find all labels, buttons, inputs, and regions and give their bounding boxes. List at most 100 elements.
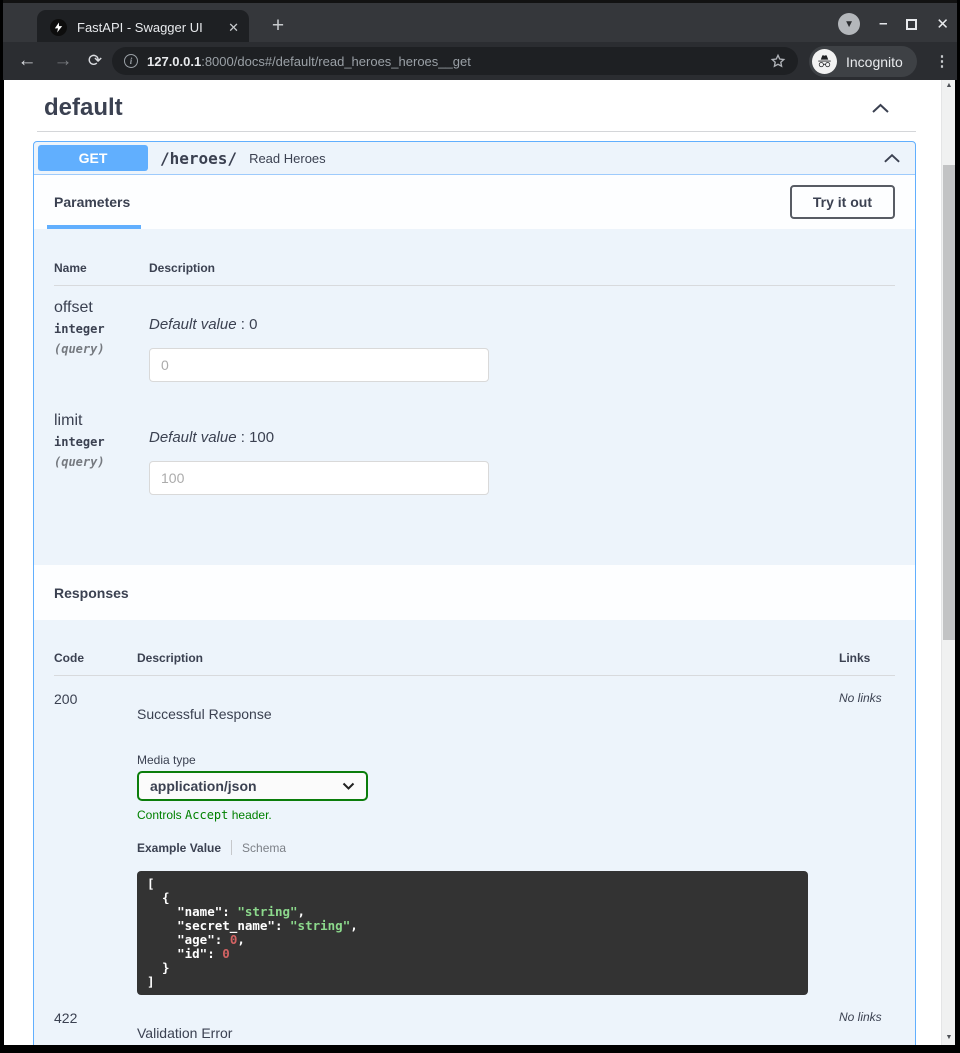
minimize-button[interactable]: – — [879, 19, 887, 29]
collapse-chevron-icon[interactable] — [871, 103, 890, 114]
param-default: Default value : 100 — [149, 429, 895, 446]
tab-separator — [231, 840, 232, 855]
response-desc-cell: Validation Error — [137, 1010, 839, 1041]
browser-update-menu-icon[interactable]: ▼ — [838, 13, 860, 35]
accept-note-code: Accept — [185, 808, 228, 822]
window-controls: ▼ – ✕ — [838, 13, 949, 35]
responses-table: Code Description Links 200 Successful Re… — [34, 620, 915, 1045]
browser-toolbar: ← → ⟳ i 127.0.0.1:8000/docs#/default/rea… — [3, 42, 957, 80]
url-text[interactable]: 127.0.0.1:8000/docs#/default/read_heroes… — [147, 54, 762, 69]
media-type-label: Media type — [137, 753, 839, 767]
swagger-page: default GET /heroes/ Read Heroes Paramet… — [4, 80, 955, 1045]
address-bar[interactable]: i 127.0.0.1:8000/docs#/default/read_hero… — [112, 47, 798, 75]
opblock-get-heroes: GET /heroes/ Read Heroes Parameters Try … — [33, 141, 916, 1045]
tab-title: FastAPI - Swagger UI — [77, 20, 220, 35]
incognito-badge: Incognito — [809, 46, 917, 77]
response-row-200: 200 Successful Response Media type appli… — [54, 676, 895, 995]
page-content: default GET /heroes/ Read Heroes Paramet… — [4, 80, 941, 1045]
param-name: offset — [54, 299, 149, 317]
param-name: limit — [54, 412, 149, 430]
param-row-limit: limit integer (query) Default value : 10… — [54, 399, 895, 495]
example-code: [ { "name": "string", "secret_name": "st… — [137, 871, 808, 995]
responses-table-header: Code Description Links — [54, 620, 895, 676]
param-name-cell: limit integer (query) — [54, 412, 149, 495]
model-example-tabs: Example Value Schema — [137, 840, 839, 855]
tab-bar: FastAPI - Swagger UI ✕ + ▼ – ✕ — [3, 0, 957, 42]
close-tab-icon[interactable]: ✕ — [228, 20, 239, 36]
opblock-summary[interactable]: GET /heroes/ Read Heroes — [34, 142, 915, 175]
tab-example-value[interactable]: Example Value — [137, 841, 221, 855]
parameters-header: Parameters Try it out — [34, 175, 915, 229]
column-code: Code — [54, 651, 137, 665]
tag-section-header[interactable]: default — [37, 80, 916, 132]
maximize-button[interactable] — [906, 19, 917, 30]
param-location: (query) — [54, 342, 149, 356]
incognito-label: Incognito — [846, 54, 903, 70]
param-type: integer — [54, 435, 149, 449]
response-code: 200 — [54, 691, 137, 995]
param-desc-cell: Default value : 0 — [149, 299, 895, 382]
chevron-down-icon — [342, 777, 355, 795]
response-links: No links — [839, 1010, 895, 1041]
bookmark-star-icon[interactable] — [770, 53, 786, 69]
response-links: No links — [839, 691, 895, 995]
media-type-select[interactable]: application/json — [137, 771, 368, 801]
window-close-button[interactable]: ✕ — [936, 15, 949, 33]
accept-note-suffix: header. — [228, 808, 271, 822]
param-name-cell: offset integer (query) — [54, 299, 149, 382]
parameters-table-header: Name Description — [54, 229, 895, 286]
accept-header-note: Controls Accept header. — [137, 808, 839, 822]
new-tab-button[interactable]: + — [265, 13, 291, 39]
param-location: (query) — [54, 455, 149, 469]
default-value: 0 — [249, 316, 257, 333]
column-name: Name — [54, 261, 149, 275]
tab-parameters[interactable]: Parameters — [54, 175, 130, 229]
media-type-value: application/json — [150, 778, 257, 794]
default-value-sep: : — [237, 429, 250, 446]
url-path: :8000/docs#/default/read_heroes_heroes__… — [201, 54, 471, 69]
browser-menu-icon[interactable]: ⋮ — [930, 42, 954, 80]
browser-tab[interactable]: FastAPI - Swagger UI ✕ — [37, 10, 249, 45]
default-value: 100 — [249, 429, 274, 446]
param-desc-cell: Default value : 100 — [149, 412, 895, 495]
response-desc-cell: Successful Response Media type applicati… — [137, 691, 839, 995]
endpoint-path: /heroes/ — [160, 149, 237, 168]
scrollbar-up-icon[interactable]: ▲ — [942, 82, 955, 89]
offset-input[interactable] — [149, 348, 489, 382]
parameters-tab-label: Parameters — [54, 194, 130, 210]
collapse-chevron-icon[interactable] — [883, 153, 901, 164]
site-info-icon[interactable]: i — [124, 54, 138, 68]
incognito-icon — [812, 49, 837, 74]
response-description: Validation Error — [137, 1025, 839, 1041]
url-host: 127.0.0.1 — [147, 54, 201, 69]
try-it-out-button[interactable]: Try it out — [790, 185, 895, 219]
parameters-table: Name Description offset integer (query) … — [34, 229, 915, 565]
tab-schema[interactable]: Schema — [242, 841, 286, 855]
default-value-label: Default value — [149, 316, 237, 333]
column-description: Description — [137, 651, 839, 665]
fastapi-favicon-icon — [50, 19, 67, 36]
response-description: Successful Response — [137, 706, 839, 722]
responses-header: Responses — [34, 565, 915, 620]
responses-title: Responses — [54, 585, 129, 601]
param-default: Default value : 0 — [149, 316, 895, 333]
reload-button-icon[interactable]: ⟳ — [81, 42, 109, 80]
endpoint-summary: Read Heroes — [249, 151, 326, 166]
method-badge: GET — [38, 145, 148, 171]
back-button-icon[interactable]: ← — [13, 42, 41, 80]
column-links: Links — [839, 651, 895, 665]
limit-input[interactable] — [149, 461, 489, 495]
scrollbar-down-icon[interactable]: ▼ — [942, 1034, 955, 1041]
default-value-sep: : — [237, 316, 250, 333]
page-scrollbar[interactable]: ▲ ▼ — [941, 80, 955, 1045]
tag-title: default — [44, 94, 123, 122]
forward-button-icon[interactable]: → — [49, 42, 77, 80]
response-row-422: 422 Validation Error No links — [54, 995, 895, 1041]
param-row-offset: offset integer (query) Default value : 0 — [54, 286, 895, 382]
column-description: Description — [149, 261, 895, 275]
accept-note-prefix: Controls — [137, 808, 185, 822]
scrollbar-thumb[interactable] — [943, 165, 955, 640]
response-code: 422 — [54, 1010, 137, 1041]
param-type: integer — [54, 322, 149, 336]
default-value-label: Default value — [149, 429, 237, 446]
